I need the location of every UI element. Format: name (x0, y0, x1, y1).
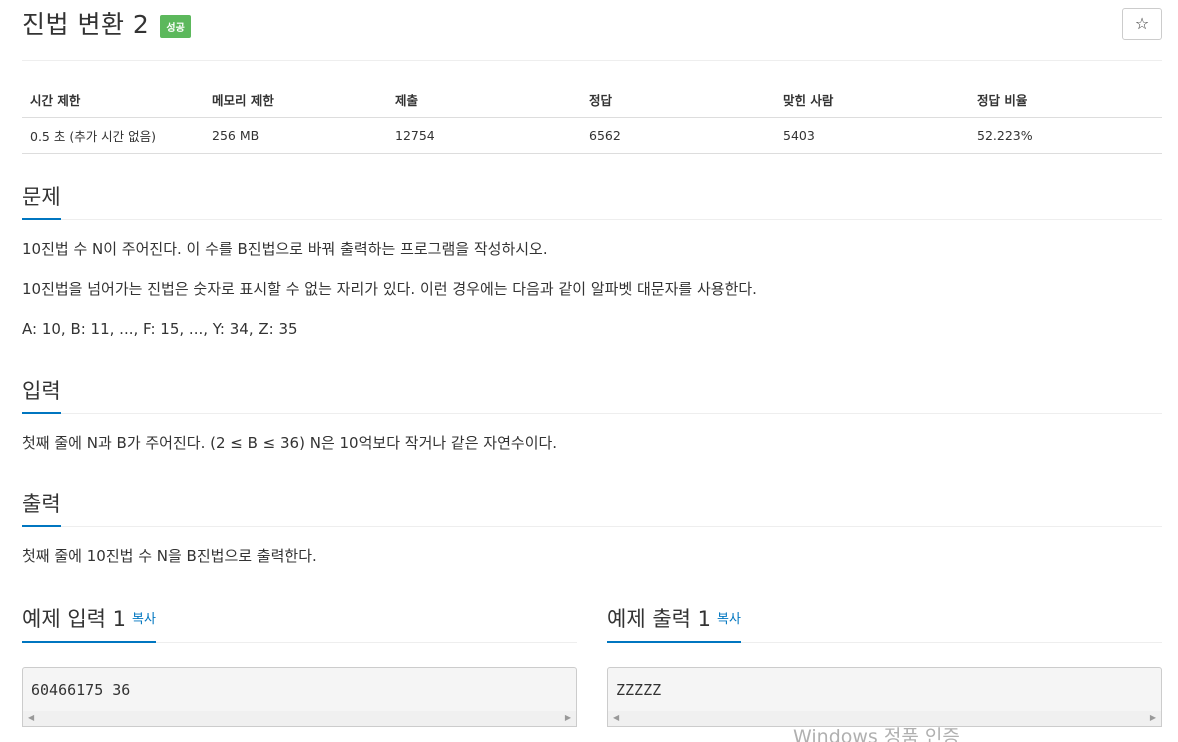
column-header: 정답 비율 (969, 82, 1162, 118)
problem-paragraph: 10진법을 넘어가는 진법은 숫자로 표시할 수 없는 자리가 있다. 이런 경… (22, 280, 757, 298)
accepted-value: 6562 (581, 117, 775, 154)
input-paragraph: 첫째 줄에 N과 B가 주어진다. (2 ≤ B ≤ 36) N은 10억보다 … (22, 434, 558, 452)
column-header: 맞힌 사람 (775, 82, 969, 118)
sample-header: 예제 입력 1 복사 (22, 605, 577, 643)
section-title: 출력 (22, 489, 61, 527)
section-header: 문제 (22, 182, 1162, 220)
problem-description: 10진법 수 N이 주어진다. 이 수를 B진법으로 바꿔 출력하는 프로그램을… (22, 238, 1162, 340)
star-button[interactable]: ☆ (1122, 8, 1162, 40)
sample-title: 예제 출력 1 복사 (607, 604, 741, 643)
solvers-value: 5403 (775, 117, 969, 154)
table-row: 0.5 초 (추가 시간 없음) 256 MB 12754 6562 5403 … (22, 117, 1162, 154)
status-badge: 성공 (160, 14, 191, 38)
time-limit-value: 0.5 초 (추가 시간 없음) (22, 117, 204, 154)
problem-section: 문제 10진법 수 N이 주어진다. 이 수를 B진법으로 바꿔 출력하는 프로… (22, 182, 1162, 340)
sample-output-panel: 예제 출력 1 복사 ZZZZZ ◀ ▶ (607, 605, 1162, 727)
copy-output-link[interactable]: 복사 (717, 612, 741, 627)
column-header: 정답 (581, 82, 775, 118)
input-description: 첫째 줄에 N과 B가 주어진다. (2 ≤ B ≤ 36) N은 10억보다 … (22, 432, 1162, 454)
problem-paragraph: A: 10, B: 11, ..., F: 15, ..., Y: 34, Z:… (22, 320, 298, 338)
horizontal-scrollbar[interactable]: ◀ ▶ (23, 711, 576, 726)
table-header-row: 시간 제한 메모리 제한 제출 정답 맞힌 사람 정답 비율 (22, 82, 1162, 118)
output-section: 출력 첫째 줄에 10진법 수 N을 B진법으로 출력한다. (22, 489, 1162, 567)
sample-input-title: 예제 입력 1 (22, 607, 126, 631)
section-header: 입력 (22, 376, 1162, 414)
sample-header: 예제 출력 1 복사 (607, 605, 1162, 643)
scroll-right-icon[interactable]: ▶ (565, 713, 571, 722)
submissions-value: 12754 (387, 117, 581, 154)
star-icon: ☆ (1134, 14, 1150, 33)
section-header: 출력 (22, 489, 1162, 527)
output-paragraph: 첫째 줄에 10진법 수 N을 B진법으로 출력한다. (22, 547, 317, 565)
problem-info-table: 시간 제한 메모리 제한 제출 정답 맞힌 사람 정답 비율 0.5 초 (추가… (22, 82, 1162, 154)
title-row: 진법 변환 2 성공 ☆ (22, 8, 1162, 42)
sample-input-box[interactable]: 60466175 36 ◀ ▶ (22, 667, 577, 727)
column-header: 시간 제한 (22, 82, 204, 118)
sample-output-content: ZZZZZ (616, 681, 662, 699)
problem-paragraph: 10진법 수 N이 주어진다. 이 수를 B진법으로 바꿔 출력하는 프로그램을… (22, 240, 548, 258)
sample-input-panel: 예제 입력 1 복사 60466175 36 ◀ ▶ (22, 605, 577, 727)
accept-ratio-value: 52.223% (969, 117, 1162, 154)
sample-output-box[interactable]: ZZZZZ ◀ ▶ (607, 667, 1162, 727)
page-title: 진법 변환 2 (22, 10, 150, 39)
output-description: 첫째 줄에 10진법 수 N을 B진법으로 출력한다. (22, 545, 1162, 567)
windows-activation-watermark: Windows 정품 인증 (793, 726, 960, 742)
column-header: 제출 (387, 82, 581, 118)
sample-input-content: 60466175 36 (31, 681, 131, 699)
title-divider (22, 60, 1162, 61)
column-header: 메모리 제한 (204, 82, 387, 118)
memory-limit-value: 256 MB (204, 117, 387, 154)
section-title: 입력 (22, 376, 61, 414)
section-title: 문제 (22, 182, 61, 220)
sample-title: 예제 입력 1 복사 (22, 604, 156, 643)
scroll-left-icon[interactable]: ◀ (613, 713, 619, 722)
scroll-left-icon[interactable]: ◀ (28, 713, 34, 722)
input-section: 입력 첫째 줄에 N과 B가 주어진다. (2 ≤ B ≤ 36) N은 10억… (22, 376, 1162, 454)
scroll-right-icon[interactable]: ▶ (1150, 713, 1156, 722)
sample-output-title: 예제 출력 1 (607, 607, 711, 631)
copy-input-link[interactable]: 복사 (132, 612, 156, 627)
